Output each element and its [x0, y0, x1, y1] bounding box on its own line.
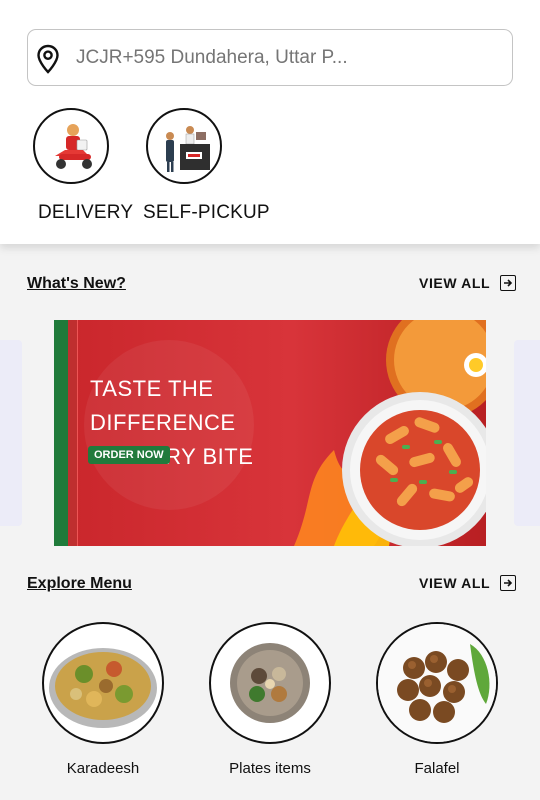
self-pickup-counter-image	[166, 126, 210, 172]
banner-red-stripe	[68, 320, 78, 546]
promo-banner[interactable]: TASTE THE DIFFERENCE IN EVERY BITE ORDER…	[54, 320, 486, 546]
menu-item-plates[interactable]: Plates items	[209, 622, 331, 777]
menu-item-image	[42, 622, 164, 744]
menu-item-karadeesh[interactable]: Karadeesh	[42, 622, 164, 777]
self-pickup-label: SELF-PICKUP	[143, 202, 270, 223]
carousel-next-card[interactable]	[514, 340, 540, 526]
arrow-right-box-icon	[500, 275, 517, 291]
banner-green-stripe	[54, 320, 68, 546]
menu-item-label: Plates items	[229, 760, 311, 777]
self-pickup-option[interactable]	[146, 108, 222, 184]
explore-menu-title: Explore Menu	[27, 575, 132, 592]
explore-menu-view-all-button[interactable]: VIEW ALL	[419, 575, 517, 591]
delivery-label: DELIVERY	[38, 202, 134, 223]
menu-item-image	[209, 622, 331, 744]
location-pin-icon	[37, 44, 59, 74]
whats-new-view-all-button[interactable]: VIEW ALL	[419, 275, 517, 291]
location-input[interactable]	[76, 40, 496, 76]
carousel-prev-card[interactable]	[0, 340, 22, 526]
banner-order-now-button[interactable]: ORDER NOW	[88, 446, 170, 464]
menu-item-falafel[interactable]: Falafel	[376, 622, 498, 777]
delivery-scooter-image	[55, 124, 92, 169]
menu-item-label: Falafel	[414, 760, 460, 777]
arrow-right-box-icon	[500, 575, 517, 591]
whats-new-title: What's New?	[27, 275, 126, 292]
location-search-box[interactable]	[27, 29, 513, 86]
banner-headline-line1: TASTE THE DIFFERENCE	[90, 376, 236, 435]
top-panel: DELIVERY SELF-PICKUP	[0, 0, 540, 244]
banner-food-image	[294, 320, 486, 546]
menu-item-label: Karadeesh	[66, 760, 140, 777]
karadeesh-dish-image	[49, 648, 157, 728]
delivery-option[interactable]	[33, 108, 109, 184]
view-all-label: VIEW ALL	[419, 275, 491, 291]
plates-dish-image	[230, 643, 310, 723]
view-all-label: VIEW ALL	[419, 575, 491, 591]
falafel-dish-image	[378, 624, 496, 742]
menu-item-image	[376, 622, 498, 744]
